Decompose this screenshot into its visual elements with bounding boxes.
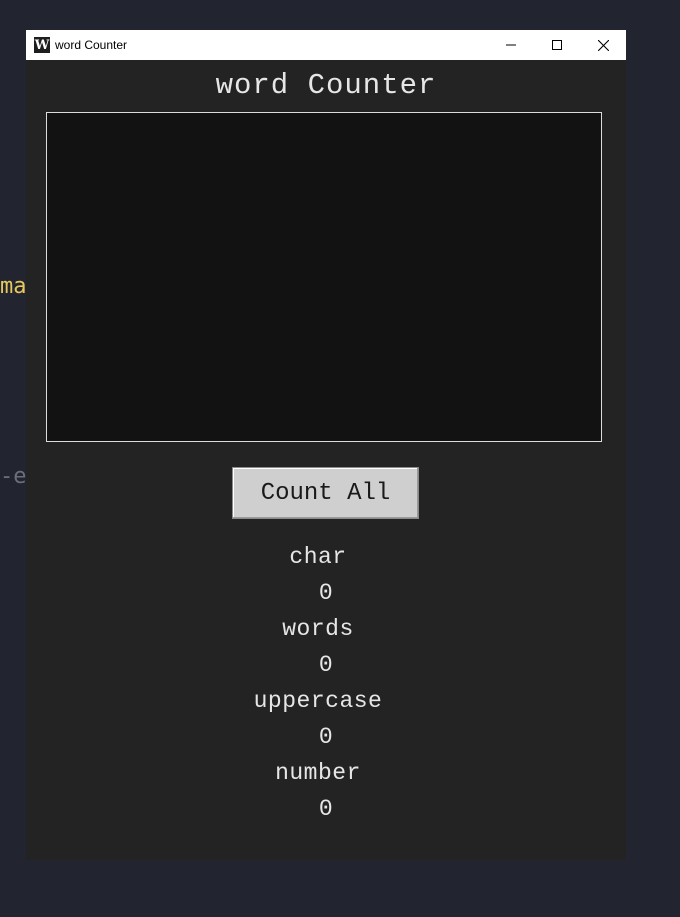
maximize-icon — [552, 40, 562, 50]
app-icon: W — [34, 37, 50, 53]
uppercase-label: uppercase — [253, 688, 383, 714]
char-label: char — [289, 544, 347, 570]
app-heading: word Counter — [215, 69, 437, 102]
background-editor-text: ma — [0, 274, 27, 299]
title-bar[interactable]: W word Counter — [26, 30, 626, 60]
background-editor-text: -e — [0, 464, 27, 489]
window-controls — [488, 30, 626, 60]
uppercase-value: 0 — [318, 724, 334, 750]
number-label: number — [275, 760, 361, 786]
number-value: 0 — [318, 796, 334, 822]
maximize-button[interactable] — [534, 30, 580, 60]
window-title: word Counter — [55, 38, 128, 52]
minimize-icon — [506, 44, 516, 46]
words-value: 0 — [318, 652, 334, 678]
text-input[interactable] — [46, 112, 602, 442]
char-value: 0 — [318, 580, 334, 606]
app-window: W word Counter word Counter Count All ch… — [26, 30, 626, 860]
count-all-button[interactable]: Count All — [232, 467, 419, 519]
close-button[interactable] — [580, 30, 626, 60]
close-icon — [597, 39, 609, 51]
words-label: words — [282, 616, 354, 642]
minimize-button[interactable] — [488, 30, 534, 60]
